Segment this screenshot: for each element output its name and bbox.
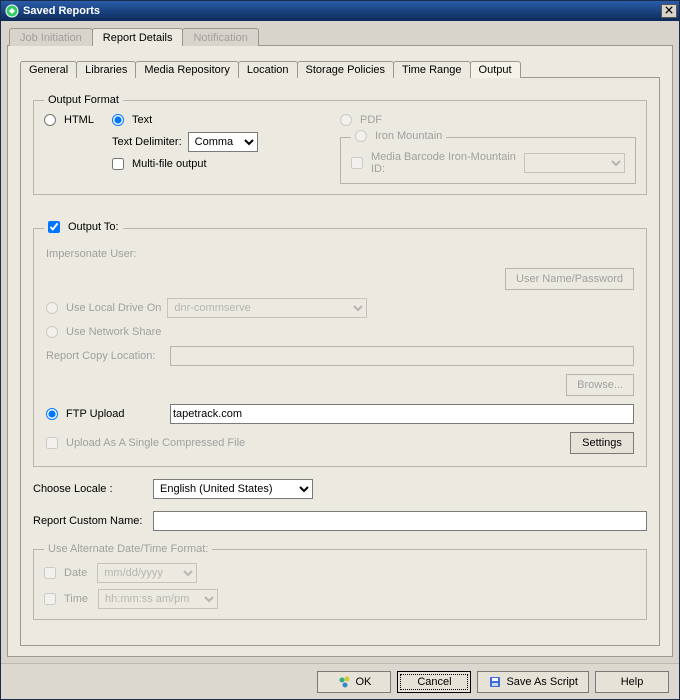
iron-mountain-id-select <box>524 153 625 173</box>
tab-libraries[interactable]: Libraries <box>76 61 136 78</box>
save-as-script-button[interactable]: Save As Script <box>477 671 589 693</box>
button-bar: OK Cancel Save As Script Help <box>1 663 679 699</box>
local-drive-host-select: dnr-commserve <box>167 298 367 318</box>
compressed-upload-checkbox: Upload As A Single Compressed File <box>46 437 245 449</box>
locale-select[interactable]: English (United States) <box>153 479 313 499</box>
ftp-upload-radio[interactable]: FTP Upload <box>46 408 164 420</box>
tab-location[interactable]: Location <box>238 61 298 78</box>
title-bar: Saved Reports <box>1 1 679 21</box>
tab-notification: Notification <box>182 28 258 46</box>
date-format-select: mm/dd/yyyy <box>97 563 197 583</box>
outer-tabs: Job Initiation Report Details Notificati… <box>7 27 673 46</box>
report-copy-label: Report Copy Location: <box>46 350 164 362</box>
saved-reports-window: Saved Reports Job Initiation Report Deta… <box>0 0 680 700</box>
browse-button: Browse... <box>566 374 634 396</box>
iron-mountain-group: Iron Mountain Media Barcode Iron-Mountai… <box>340 130 636 184</box>
report-copy-input <box>170 346 634 366</box>
alt-datetime-group: Use Alternate Date/Time Format: Date mm/… <box>33 543 647 620</box>
delimiter-label: Text Delimiter: <box>112 136 182 148</box>
window-title: Saved Reports <box>23 5 657 17</box>
tab-media-repository[interactable]: Media Repository <box>135 61 239 78</box>
tab-general[interactable]: General <box>20 61 77 78</box>
app-logo-icon <box>5 4 19 18</box>
format-pdf-radio: PDF <box>340 114 382 126</box>
alt-datetime-legend: Use Alternate Date/Time Format: <box>44 543 212 555</box>
date-checkbox: Date <box>44 567 87 579</box>
tab-output[interactable]: Output <box>470 61 521 78</box>
output-panel: Output Format HTML Text Text <box>20 78 660 646</box>
local-drive-radio: Use Local Drive On <box>46 302 161 314</box>
tab-storage-policies[interactable]: Storage Policies <box>297 61 395 78</box>
cancel-button[interactable]: Cancel <box>397 671 471 693</box>
save-icon <box>488 675 502 689</box>
inner-tabs: General Libraries Media Repository Locat… <box>20 60 660 78</box>
output-format-group: Output Format HTML Text Text <box>33 94 647 195</box>
delimiter-select[interactable]: Comma <box>188 132 258 152</box>
impersonate-label: Impersonate User: <box>46 248 136 260</box>
output-to-group: Output To: Impersonate User: User Name/P… <box>33 221 647 467</box>
report-details-panel: General Libraries Media Repository Locat… <box>7 46 673 657</box>
time-format-select: hh:mm:ss am/pm <box>98 589 218 609</box>
media-barcode-checkbox: Media Barcode Iron-Mountain ID: <box>351 151 518 175</box>
close-icon <box>665 6 673 16</box>
iron-mountain-radio: Iron Mountain <box>355 130 442 142</box>
user-password-button: User Name/Password <box>505 268 634 290</box>
output-format-legend: Output Format <box>44 94 123 106</box>
help-button[interactable]: Help <box>595 671 669 693</box>
format-html-radio[interactable]: HTML <box>44 114 94 126</box>
time-checkbox: Time <box>44 593 88 605</box>
locale-label: Choose Locale : <box>33 483 145 495</box>
network-share-radio: Use Network Share <box>46 326 161 338</box>
tab-job-initiation: Job Initiation <box>9 28 93 46</box>
close-button[interactable] <box>661 4 677 18</box>
tab-report-details[interactable]: Report Details <box>92 28 184 46</box>
output-to-checkbox[interactable]: Output To: <box>48 221 119 233</box>
ok-icon <box>338 675 352 689</box>
settings-button[interactable]: Settings <box>570 432 634 454</box>
custom-name-label: Report Custom Name: <box>33 515 145 527</box>
tab-time-range[interactable]: Time Range <box>393 61 471 78</box>
format-text-radio[interactable]: Text <box>112 114 258 126</box>
custom-name-input[interactable] <box>153 511 647 531</box>
client-area: Job Initiation Report Details Notificati… <box>1 21 679 663</box>
multifile-checkbox[interactable]: Multi-file output <box>112 158 258 170</box>
ok-button[interactable]: OK <box>317 671 391 693</box>
ftp-host-input[interactable] <box>170 404 634 424</box>
